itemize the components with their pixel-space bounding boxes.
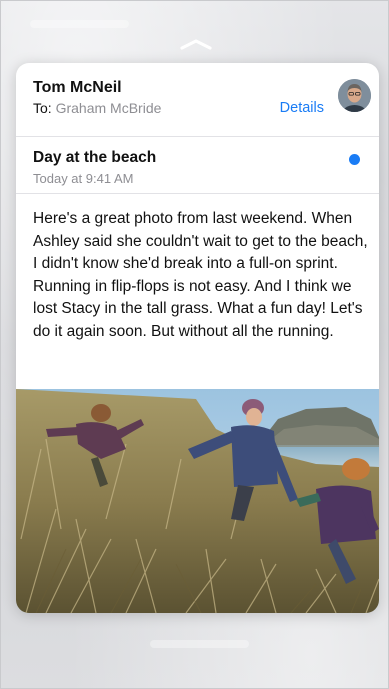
message-body: Here's a great photo from last weekend. … bbox=[33, 210, 368, 340]
avatar-portrait bbox=[338, 79, 371, 112]
beach-photo-image bbox=[16, 389, 379, 613]
sender-name: Tom McNeil bbox=[33, 79, 122, 96]
avatar[interactable] bbox=[338, 79, 371, 112]
to-label: To: bbox=[33, 100, 52, 116]
details-button[interactable]: Details bbox=[280, 100, 324, 116]
unread-dot-icon bbox=[349, 154, 360, 165]
recipient-line: To: Graham McBride bbox=[33, 100, 161, 116]
chevron-up-icon[interactable] bbox=[179, 37, 213, 51]
message-preview-card[interactable]: Tom McNeil To: Graham McBride Details Da… bbox=[16, 63, 379, 613]
message-header: Tom McNeil To: Graham McBride Details bbox=[16, 63, 379, 137]
message-timestamp: Today at 9:41 AM bbox=[33, 171, 134, 186]
attached-photo[interactable] bbox=[16, 389, 379, 613]
subject-row: Day at the beach Today at 9:41 AM bbox=[16, 137, 379, 194]
recipient-name[interactable]: Graham McBride bbox=[56, 100, 162, 116]
message-subject: Day at the beach bbox=[33, 149, 157, 166]
